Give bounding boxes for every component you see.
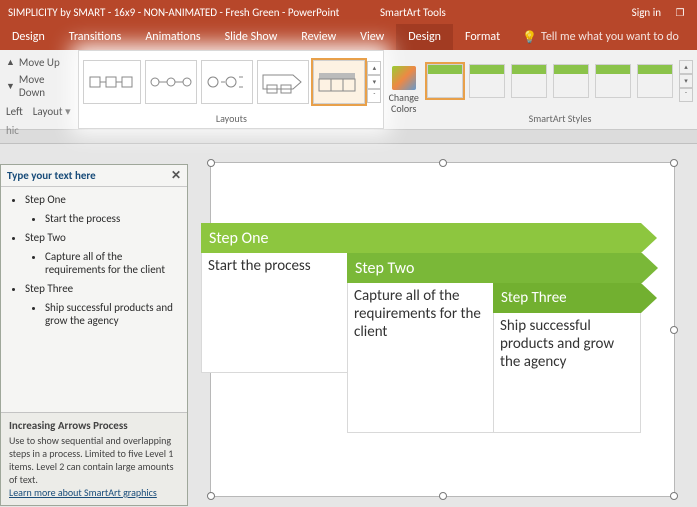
resize-handle[interactable] [207,159,215,167]
resize-handle[interactable] [670,492,678,500]
resize-handle[interactable] [439,159,447,167]
styles-label: SmartArt Styles [423,112,697,128]
layout-option-2[interactable] [145,60,197,104]
ruler-strip [0,130,697,144]
tab-transitions[interactable]: Transitions [57,24,134,50]
down-arrow-icon: ▼ [6,81,15,92]
scroll-down-icon[interactable]: ▾ [367,75,381,89]
layout-thumb-icon [149,72,193,92]
info-body: Use to show sequential and overlapping s… [9,434,179,486]
step-title: Step One [209,229,268,248]
style-option-2[interactable] [469,64,505,98]
resize-handle[interactable] [670,326,678,334]
text-pane-title: Type your text here [7,169,96,182]
list-subitem[interactable]: Ship successful products and grow the ag… [45,301,179,327]
ribbon: ▲Move Up ▼Move Down Left Layout ▾ hic [0,50,697,130]
expand-gallery-icon[interactable]: ⁼ [679,88,693,102]
step-title: Step Two [355,259,414,278]
work-area: Type your text here ✕ Step One Start the… [0,144,697,507]
resize-handle[interactable] [670,159,678,167]
tab-animations[interactable]: Animations [133,24,212,50]
layout-option-3[interactable] [201,60,253,104]
layout-thumb-icon [317,67,361,97]
text-pane[interactable]: Type your text here ✕ Step One Start the… [0,164,188,506]
layout-thumb-icon [205,67,249,97]
graphic-label: hic [6,124,72,137]
layout-option-selected[interactable] [313,60,365,104]
step-title: Step Three [501,289,567,307]
step-desc[interactable]: Start the process [201,253,349,373]
layouts-gallery-spinner[interactable]: ▴ ▾ ⁼ [367,61,381,103]
smartart-canvas[interactable]: › Step One Start the process Step Two Ca… [210,162,675,497]
layout-option-4[interactable] [257,60,309,104]
list-item: Step Two Capture all of the requirements… [25,231,183,276]
color-swatch-icon [392,66,416,90]
expand-gallery-icon[interactable]: ⁼ [367,89,381,103]
tell-me-search[interactable]: 💡 Tell me what you want to do [512,30,679,45]
list-item: Step Three Ship successful products and … [25,282,183,327]
style-option-3[interactable] [511,64,547,98]
step-desc[interactable]: Ship successful products and grow the ag… [493,313,641,433]
style-option-5[interactable] [595,64,631,98]
style-option-6[interactable] [637,64,673,98]
list-subitem[interactable]: Capture all of the requirements for the … [45,250,179,276]
tab-view[interactable]: View [348,24,396,50]
tab-smartart-design[interactable]: Design [396,24,453,50]
app-title: SIMPLICITY by SMART - 16x9 - NON-ANIMATE… [8,6,339,19]
layout-thumb-icon [88,67,136,97]
close-icon[interactable]: ✕ [171,168,181,183]
step-desc[interactable]: Capture all of the requirements for the … [347,283,495,433]
layout-thumb-icon [261,67,305,97]
learn-more-link[interactable]: Learn more about SmartArt graphics [9,486,157,499]
move-down-button[interactable]: ▼Move Down [6,71,72,101]
style-option-1[interactable] [427,64,463,98]
layout-dropdown[interactable]: Layout ▾ [33,105,71,118]
layouts-group: ▴ ▾ ⁼ Layouts [78,50,384,129]
text-pane-list[interactable]: Step One Start the process Step Two Capt… [5,193,183,327]
tab-format[interactable]: Format [453,24,512,50]
change-colors-button[interactable]: Change Colors [384,50,423,129]
styles-gallery-spinner[interactable]: ▴ ▾ ⁼ [679,60,693,102]
move-up-button[interactable]: ▲Move Up [6,54,72,71]
sign-in-link[interactable]: Sign in [632,6,661,19]
scroll-up-icon[interactable]: ▴ [367,61,381,75]
restore-icon[interactable]: ❐ [671,6,689,19]
text-pane-header: Type your text here ✕ [1,165,187,187]
title-bar: SIMPLICITY by SMART - 16x9 - NON-ANIMATE… [0,0,697,24]
lightbulb-icon: 💡 [522,30,537,45]
style-option-4[interactable] [553,64,589,98]
layouts-label: Layouts [79,112,383,128]
list-subitem[interactable]: Start the process [45,212,179,225]
info-title: Increasing Arrows Process [9,419,179,432]
smartart-info-box: Increasing Arrows Process Use to show se… [1,412,187,505]
scroll-down-icon[interactable]: ▾ [679,74,693,88]
tab-design[interactable]: Design [0,24,57,50]
smartart-step-3[interactable]: Step Three Ship successful products and … [493,283,641,433]
tab-review[interactable]: Review [289,24,348,50]
up-arrow-icon: ▲ [6,57,15,68]
list-item: Step One Start the process [25,193,183,225]
contextual-tab-label: SmartArt Tools [380,6,446,19]
ribbon-tabs: Design Transitions Animations Slide Show… [0,24,697,50]
right-to-left-button[interactable]: Left [6,105,23,118]
tab-slideshow[interactable]: Slide Show [213,24,290,50]
resize-handle[interactable] [439,492,447,500]
smartart-styles-group: ▴ ▾ ⁼ SmartArt Styles [423,50,697,129]
resize-handle[interactable] [207,492,215,500]
create-graphic-group: ▲Move Up ▼Move Down Left Layout ▾ hic [0,50,78,129]
scroll-up-icon[interactable]: ▴ [679,60,693,74]
layout-option-1[interactable] [83,60,141,104]
